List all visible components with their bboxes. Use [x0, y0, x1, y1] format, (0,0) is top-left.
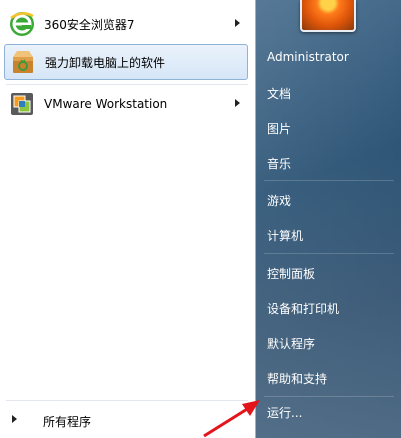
divider [264, 253, 394, 254]
documents-label: 文档 [267, 87, 292, 101]
default-programs-label: 默认程序 [267, 337, 316, 351]
all-programs-label: 所有程序 [43, 415, 92, 429]
user-avatar[interactable] [300, 0, 356, 32]
music-link[interactable]: 音乐 [256, 147, 401, 177]
pictures-label: 图片 [267, 122, 292, 136]
control-panel-link[interactable]: 控制面板 [256, 257, 401, 287]
computer-label: 计算机 [267, 229, 304, 243]
program-label: 强力卸载电脑上的软件 [45, 55, 166, 70]
run-label: 运行... [267, 406, 303, 420]
devices-printers-link[interactable]: 设备和打印机 [256, 292, 401, 322]
devices-printers-label: 设备和打印机 [267, 302, 340, 316]
start-menu-programs-pane: 360安全浏览器7 强力卸载电脑上的软件 VMware Workstation [0, 0, 256, 438]
pictures-link[interactable]: 图片 [256, 112, 401, 142]
start-menu-places-pane: Administrator 文档 图片 音乐 游戏 计算机 控制面板 设备和打印… [256, 0, 401, 438]
computer-link[interactable]: 计算机 [256, 219, 401, 249]
games-label: 游戏 [267, 194, 292, 208]
expand-arrow-icon [12, 415, 17, 423]
program-label: VMware Workstation [44, 97, 168, 111]
documents-link[interactable]: 文档 [256, 77, 401, 107]
divider [264, 180, 394, 181]
default-programs-link[interactable]: 默认程序 [256, 327, 401, 357]
divider [6, 84, 248, 85]
360-browser-icon [8, 10, 36, 38]
annotation-arrow-icon [203, 400, 260, 438]
music-label: 音乐 [267, 157, 292, 171]
program-label: 360安全浏览器7 [44, 17, 135, 32]
games-link[interactable]: 游戏 [256, 184, 401, 214]
user-folder-link[interactable]: Administrator [256, 42, 401, 72]
program-item-360-browser[interactable]: 360安全浏览器7 [4, 6, 248, 42]
control-panel-label: 控制面板 [267, 267, 316, 281]
program-item-vmware[interactable]: VMware Workstation [4, 86, 248, 122]
submenu-arrow-icon [235, 99, 240, 107]
help-support-label: 帮助和支持 [267, 372, 328, 386]
uninstaller-box-icon [9, 48, 37, 76]
vmware-icon [8, 90, 36, 118]
run-link[interactable]: 运行... [256, 396, 401, 426]
submenu-arrow-icon [235, 19, 240, 27]
program-item-uninstaller[interactable]: 强力卸载电脑上的软件 [4, 44, 248, 80]
help-support-link[interactable]: 帮助和支持 [256, 362, 401, 392]
user-name: Administrator [267, 50, 349, 64]
